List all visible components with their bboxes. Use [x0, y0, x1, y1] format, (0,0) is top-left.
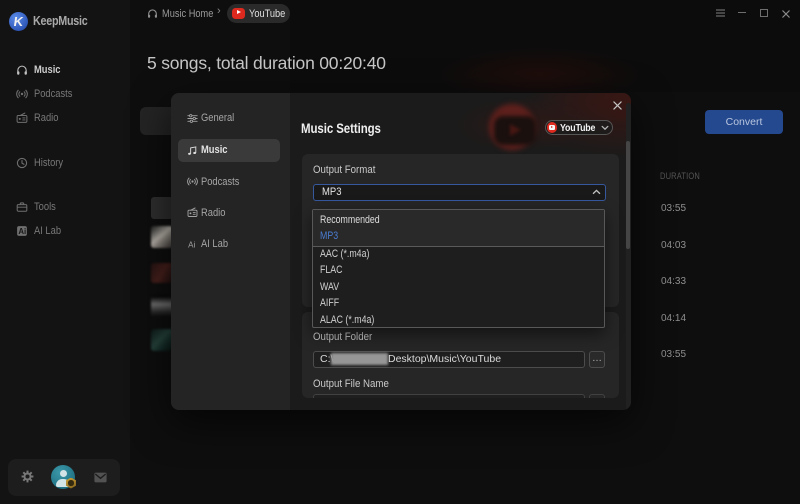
- svg-text:Ai: Ai: [18, 227, 26, 236]
- svg-text:Ai: Ai: [188, 240, 195, 249]
